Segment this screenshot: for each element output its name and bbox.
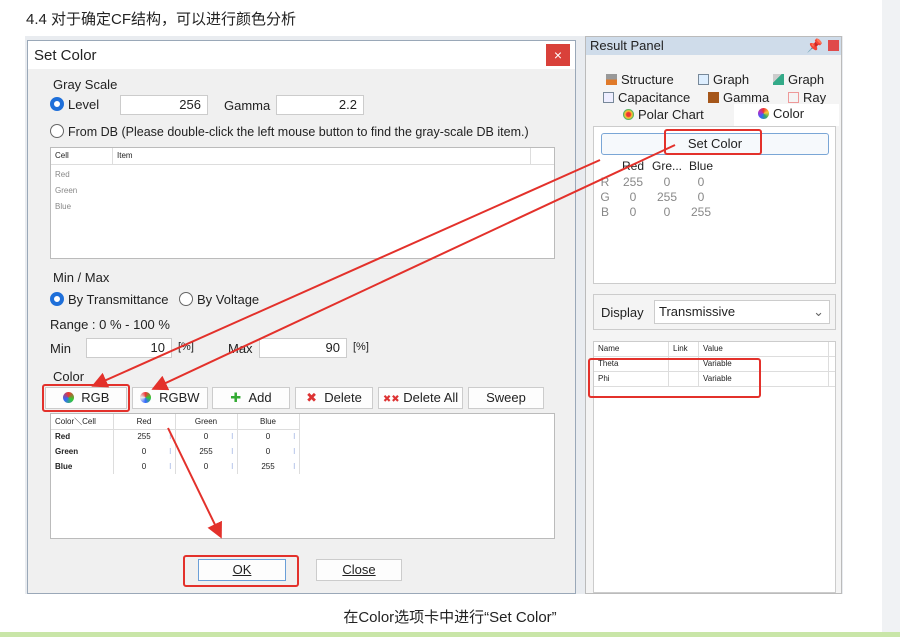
- arrow-to-rgbw: [151, 144, 676, 391]
- arrow-to-ok: [167, 427, 222, 539]
- arrow-to-rgb: [91, 159, 601, 388]
- annotation-arrows: [91, 144, 676, 539]
